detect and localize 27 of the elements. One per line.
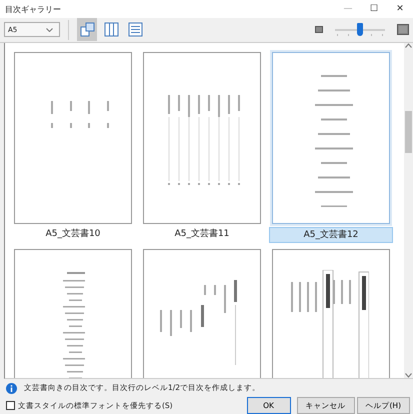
window-title: 目次ギャラリー <box>5 4 62 14</box>
close-button[interactable]: ✕ <box>387 0 413 18</box>
slider-thumb[interactable] <box>357 22 363 36</box>
view-button[interactable] <box>77 18 97 42</box>
list-view-icon <box>128 22 142 38</box>
document-page-thumbnail[interactable] <box>14 248 132 378</box>
chevron-down-icon <box>46 28 53 32</box>
thumbnail-label: A5_文芸書10 <box>44 228 102 241</box>
scroll-down-icon <box>405 373 412 378</box>
checkbox[interactable] <box>6 401 15 410</box>
scrollbar-thumb[interactable] <box>405 110 412 153</box>
document-page-thumbnail[interactable] <box>272 248 390 378</box>
maximize-button[interactable]: ☐ <box>361 0 387 18</box>
document-page-thumbnail[interactable] <box>143 248 261 378</box>
document-page-thumbnail[interactable] <box>143 52 261 224</box>
info-icon <box>6 382 17 394</box>
table-of-contents-drawing <box>51 100 109 128</box>
large-thumbnail-icon <box>397 24 409 36</box>
scroll-up-icon <box>405 42 412 48</box>
small-thumbnail-icon <box>315 26 323 34</box>
thumbnail-label: A5_文芸書12 <box>269 226 393 243</box>
grid-view-icon <box>80 22 94 38</box>
document-page-thumbnail[interactable] <box>272 52 390 224</box>
document-page-thumbnail[interactable] <box>14 52 132 224</box>
thumbnail-label: A5_文芸書11 <box>174 228 230 241</box>
vertical-scrollbar[interactable] <box>404 42 413 378</box>
columns-view-icon <box>104 22 118 38</box>
